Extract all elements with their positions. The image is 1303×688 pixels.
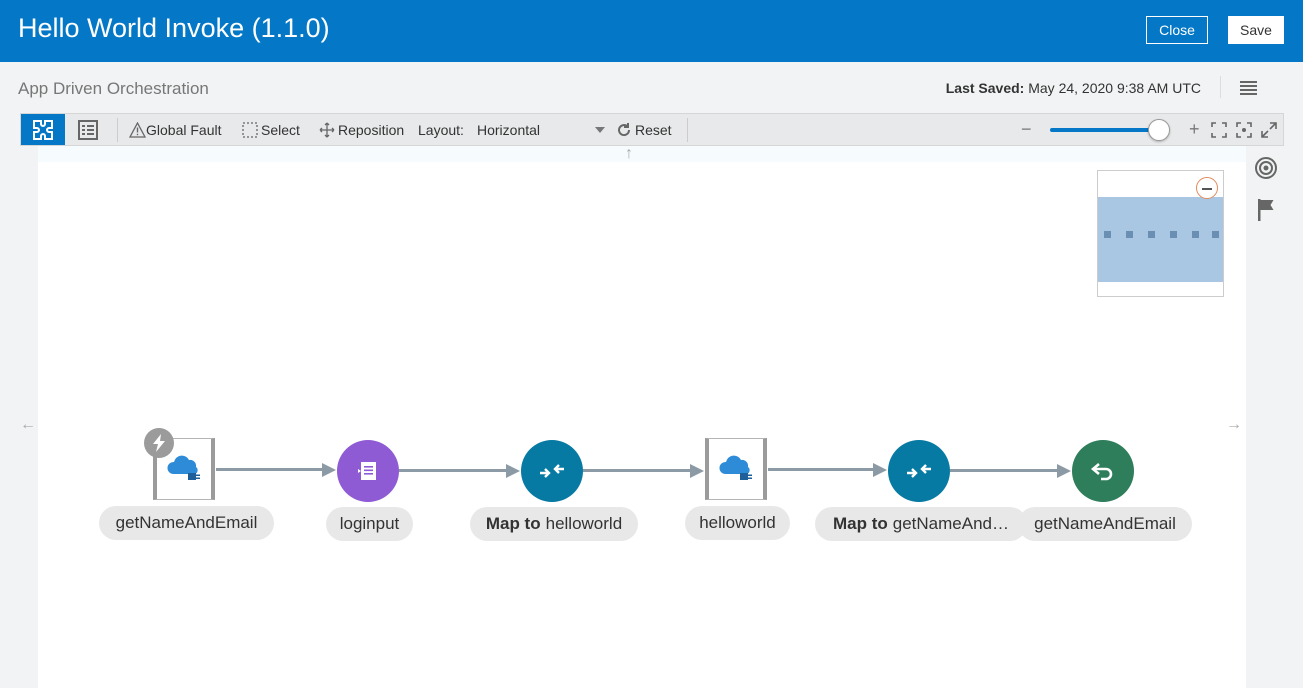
map-node[interactable] bbox=[521, 440, 583, 502]
flow-connector bbox=[399, 469, 507, 472]
invoke-label-text: helloworld bbox=[699, 513, 776, 532]
target-icon[interactable] bbox=[1254, 156, 1278, 185]
map-icon bbox=[907, 464, 931, 478]
node-label-map-1[interactable]: Map to helloworld bbox=[470, 507, 638, 541]
arrow-icon bbox=[1057, 464, 1071, 478]
map-node[interactable] bbox=[888, 440, 950, 502]
log-label-text: loginput bbox=[339, 514, 400, 533]
cloud-connector-icon bbox=[719, 455, 752, 480]
fullscreen-button[interactable] bbox=[1261, 114, 1277, 145]
focus-selection-button[interactable] bbox=[1236, 114, 1252, 145]
node-label-trigger[interactable]: getNameAndEmail bbox=[99, 506, 274, 540]
map-label-prefix: Map to bbox=[832, 514, 888, 533]
flow-connector bbox=[768, 468, 874, 471]
zoom-in-button[interactable]: + bbox=[1189, 114, 1200, 145]
return-label-text: getNameAndEmail bbox=[1034, 514, 1176, 533]
minimap-node bbox=[1104, 231, 1111, 238]
trigger-label-text: getNameAndEmail bbox=[115, 513, 258, 532]
canvas-minimap[interactable] bbox=[1097, 170, 1224, 297]
map-label-text: getNameAnd… bbox=[892, 514, 1009, 533]
orchestration-canvas[interactable] bbox=[38, 146, 1246, 688]
header-divider bbox=[1220, 76, 1221, 98]
reset-label: Reset bbox=[635, 121, 672, 138]
log-node[interactable] bbox=[337, 440, 399, 502]
toolbar-divider bbox=[117, 118, 118, 142]
invoke-node[interactable] bbox=[705, 438, 767, 500]
refresh-icon bbox=[618, 122, 631, 136]
minimap-node bbox=[1170, 231, 1177, 238]
app-header: Hello World Invoke (1.1.0) Close Save bbox=[0, 0, 1303, 62]
focus-icon bbox=[1236, 121, 1252, 138]
scroll-right-icon[interactable]: → bbox=[1226, 416, 1242, 434]
lightning-icon bbox=[144, 428, 174, 458]
minimap-collapse-button[interactable] bbox=[1196, 177, 1218, 199]
select-label: Select bbox=[261, 121, 300, 138]
minimap-viewport[interactable] bbox=[1098, 197, 1223, 282]
scroll-left-icon[interactable]: ← bbox=[20, 416, 36, 434]
layout-select[interactable]: Horizontal bbox=[473, 118, 609, 142]
flow-connector bbox=[216, 468, 324, 471]
list-icon bbox=[78, 119, 98, 140]
layout-select-value: Horizontal bbox=[477, 122, 541, 138]
reset-button[interactable]: Reset bbox=[616, 114, 672, 145]
arrow-icon bbox=[322, 463, 336, 477]
return-icon bbox=[1090, 463, 1113, 481]
warning-icon bbox=[129, 121, 146, 138]
global-fault-label: Global Fault bbox=[146, 121, 222, 138]
scroll-up-icon[interactable]: ↑ bbox=[625, 145, 633, 163]
canvas-toolbar: Global Fault Select Reposition Layout: H… bbox=[20, 113, 1284, 146]
node-label-return[interactable]: getNameAndEmail bbox=[1018, 507, 1192, 541]
fit-screen-icon bbox=[1211, 121, 1227, 138]
global-fault-button[interactable]: Global Fault bbox=[129, 114, 221, 145]
flow-connector bbox=[950, 469, 1058, 472]
menu-icon[interactable] bbox=[1240, 81, 1257, 95]
map-label-text: helloworld bbox=[545, 514, 623, 533]
map-icon bbox=[540, 464, 564, 478]
minimap-node bbox=[1212, 231, 1219, 238]
last-saved-label: Last Saved: bbox=[945, 80, 1025, 96]
flow-connector bbox=[583, 469, 691, 472]
minimap-node bbox=[1126, 231, 1133, 238]
last-saved-value: May 24, 2020 9:38 AM UTC bbox=[1028, 80, 1201, 96]
node-label-log[interactable]: loginput bbox=[326, 507, 413, 541]
reposition-button[interactable]: Reposition bbox=[319, 114, 404, 145]
zoom-slider-handle[interactable] bbox=[1147, 119, 1170, 141]
canvas-top-strip bbox=[38, 146, 1246, 162]
flag-icon[interactable] bbox=[1254, 197, 1278, 228]
list-view-button[interactable] bbox=[73, 114, 103, 145]
minimap-node bbox=[1148, 231, 1155, 238]
expand-icon bbox=[1261, 121, 1277, 138]
move-icon bbox=[319, 122, 335, 137]
layout-label: Layout: bbox=[418, 121, 464, 138]
node-label-invoke[interactable]: helloworld bbox=[685, 506, 790, 540]
arrow-icon bbox=[873, 463, 887, 477]
select-button[interactable]: Select bbox=[242, 114, 300, 145]
log-icon bbox=[358, 462, 376, 480]
zoom-slider-track[interactable] bbox=[1050, 128, 1159, 132]
chevron-down-icon bbox=[595, 127, 605, 133]
integration-type: App Driven Orchestration bbox=[18, 79, 209, 98]
arrow-icon bbox=[506, 464, 520, 478]
reposition-label: Reposition bbox=[338, 121, 405, 138]
puzzle-icon bbox=[33, 119, 53, 140]
fit-to-screen-button[interactable] bbox=[1211, 114, 1227, 145]
integration-title: Hello World Invoke (1.1.0) bbox=[18, 13, 330, 43]
cloud-connector-icon bbox=[167, 455, 200, 480]
arrow-icon bbox=[690, 464, 704, 478]
return-node[interactable] bbox=[1072, 440, 1134, 502]
node-label-map-2[interactable]: Map to getNameAnd… bbox=[815, 507, 1027, 541]
save-button[interactable]: Save bbox=[1228, 16, 1284, 44]
canvas-view-button[interactable] bbox=[21, 114, 65, 145]
selection-icon bbox=[242, 121, 258, 138]
minimap-node bbox=[1192, 231, 1199, 238]
map-label-prefix: Map to bbox=[485, 514, 541, 533]
toolbar-divider bbox=[687, 118, 688, 142]
zoom-out-button[interactable]: − bbox=[1021, 114, 1032, 145]
close-button[interactable]: Close bbox=[1146, 16, 1208, 44]
last-saved-info: Last Saved: May 24, 2020 9:38 AM UTC bbox=[946, 80, 1201, 96]
